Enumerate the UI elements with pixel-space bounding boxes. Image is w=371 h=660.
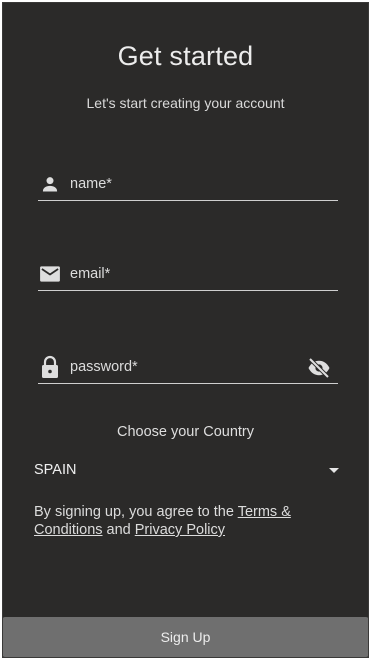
- email-field: [38, 260, 338, 291]
- country-label: Choose your Country: [116, 424, 254, 440]
- name-input[interactable]: [70, 173, 300, 195]
- password-field: [38, 353, 338, 384]
- visibility-off-icon[interactable]: [306, 356, 332, 380]
- terms-prefix: By signing up, you agree to the: [34, 504, 238, 520]
- page-subtitle: Let's start creating your account: [86, 95, 285, 111]
- mail-icon: [38, 262, 62, 286]
- country-select[interactable]: SPAIN: [34, 458, 339, 484]
- page-title: Get started: [117, 41, 254, 71]
- person-icon: [38, 172, 62, 196]
- terms-text: By signing up, you agree to the Terms & …: [34, 503, 334, 539]
- lock-icon: [38, 355, 62, 379]
- privacy-link[interactable]: Privacy Policy: [135, 522, 225, 538]
- country-value: SPAIN: [34, 462, 77, 478]
- email-input[interactable]: [70, 263, 300, 285]
- sign-up-button[interactable]: Sign Up: [3, 617, 368, 657]
- name-field: [38, 170, 338, 201]
- signup-screen: Get started Let's start creating your ac…: [2, 2, 369, 658]
- terms-middle: and: [102, 522, 135, 538]
- password-input[interactable]: [70, 356, 300, 378]
- dropdown-caret-icon: [329, 468, 339, 473]
